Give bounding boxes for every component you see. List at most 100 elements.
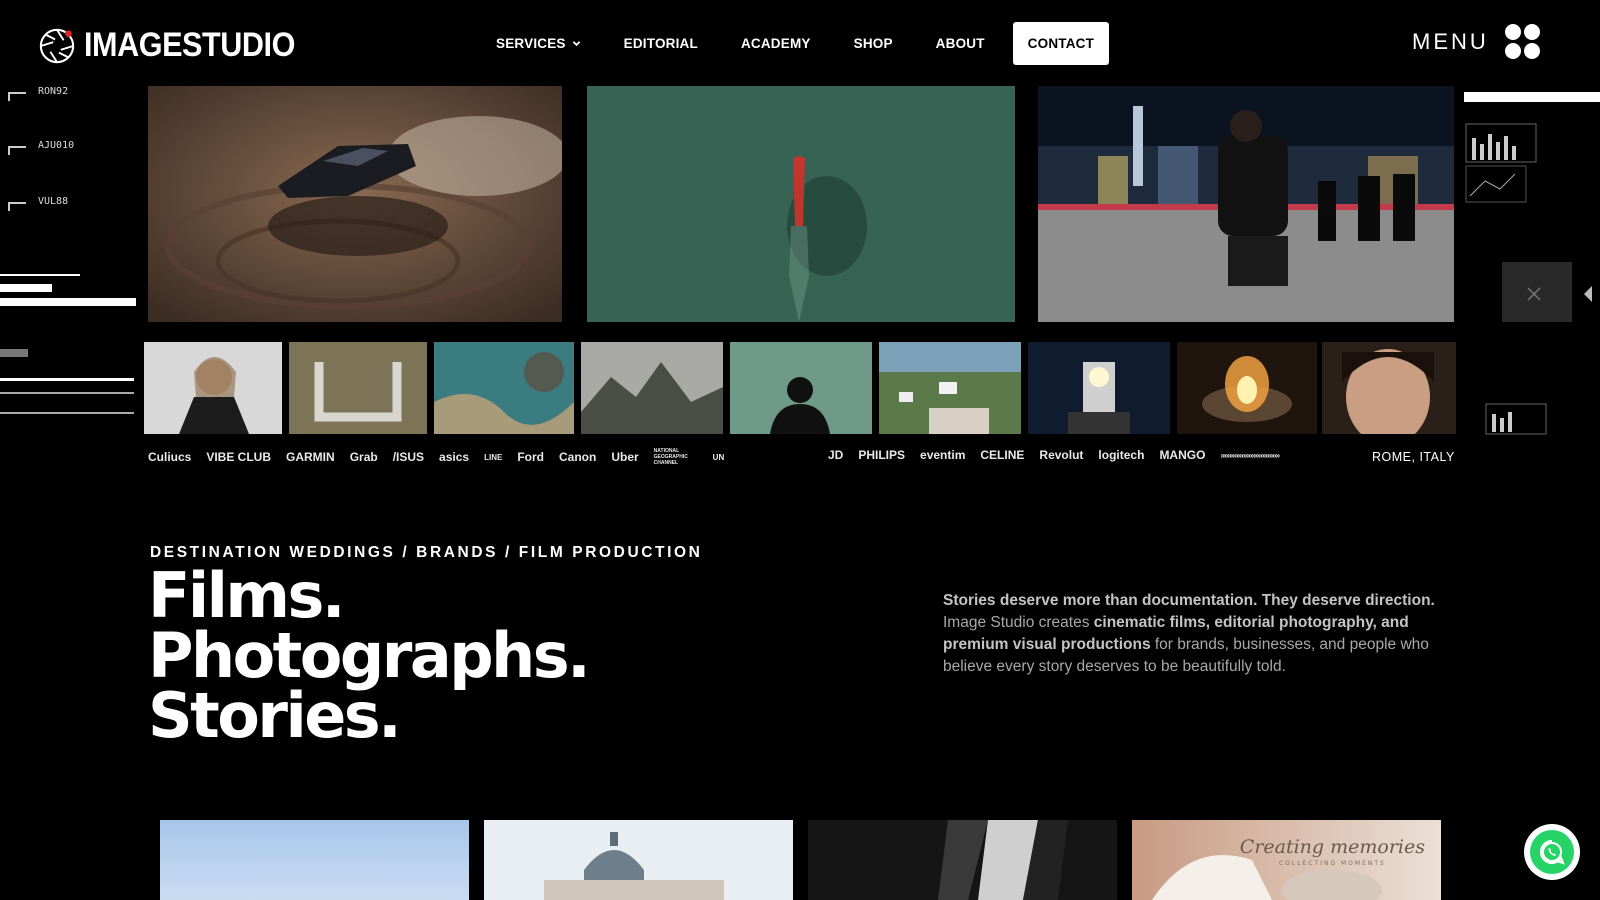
intro-lead: Stories deserve more than documentation.… <box>943 592 1435 609</box>
brand-name: IMAGESTUDIO <box>84 26 295 64</box>
nav-shop[interactable]: SHOP <box>854 36 893 51</box>
gallery-item-bw-suit[interactable] <box>808 820 1117 900</box>
hud-label: RON92 <box>38 86 69 97</box>
gallery-item-basilica[interactable] <box>484 820 793 900</box>
nav-services-label: SERVICES <box>496 36 566 51</box>
nav-services[interactable]: SERVICES <box>496 36 581 51</box>
client-logo: LINE <box>484 452 503 462</box>
gallery-item-sky[interactable] <box>160 820 469 900</box>
headline-line: Films. <box>148 559 345 632</box>
portrait-woman-image <box>144 342 282 434</box>
nav-about[interactable]: ABOUT <box>936 36 985 51</box>
hud-tick <box>8 92 26 101</box>
client-logo: MANGO <box>1159 448 1206 462</box>
thumb-silhouette <box>730 342 872 434</box>
client-logo: Ford <box>517 450 544 464</box>
hud-overlay-right <box>1460 86 1600 472</box>
client-logo: eventim <box>920 448 966 462</box>
thumb-woman-closeup <box>1322 342 1456 434</box>
chevron-down-icon <box>572 41 580 47</box>
thumb-fire-pit <box>1177 342 1317 434</box>
whatsapp-circle <box>1530 830 1574 874</box>
client-logo: NATIONAL GEOGRAPHIC CHANNEL <box>653 448 688 466</box>
main-nav: SERVICES EDITORIAL ACADEMY SHOP ABOUT CO… <box>496 22 1152 65</box>
aperture-icon <box>39 28 75 63</box>
menu-button[interactable]: MENU <box>1412 24 1540 59</box>
gallery-item-bride[interactable]: Creating memories COLLECTING MOMENTS <box>1132 820 1441 900</box>
gallery-caption: Creating memories COLLECTING MOMENTS <box>1240 836 1425 867</box>
site-header: IMAGESTUDIO SERVICES EDITORIAL ACADEMY S… <box>0 0 1600 86</box>
hud-tick <box>8 146 26 155</box>
client-logo: VIBE CLUB <box>206 450 272 464</box>
client-logo: Revolut <box>1039 448 1084 462</box>
headline-line: Stories. <box>148 679 402 752</box>
grid-dots-icon <box>1504 24 1540 59</box>
hud-line <box>0 274 80 276</box>
sky-image <box>160 820 469 900</box>
location-label: ROME, ITALY <box>1372 450 1455 464</box>
hud-tick <box>8 202 26 211</box>
coastline-image <box>434 342 574 434</box>
client-logos-right: JD PHILIPS eventim CELINE Revolut logite… <box>828 448 1294 462</box>
thumb-seaside-village <box>879 342 1021 434</box>
woman-closeup-image <box>1322 342 1456 434</box>
hero-collage: RON92 AJU010 VUL88 Culiucs VIBE CLUB GAR… <box>0 86 1600 472</box>
whatsapp-icon <box>1539 839 1565 865</box>
client-logo: JD <box>828 448 844 462</box>
thumb-limestone-bay <box>581 342 723 434</box>
caption-subtitle: COLLECTING MOMENTS <box>1278 860 1386 867</box>
headline-line: Photographs. <box>148 619 591 692</box>
hud-line <box>0 284 52 292</box>
client-logo: »»»»»»»»»»»»»»»»» <box>1220 450 1280 460</box>
drift-car-image <box>148 86 562 322</box>
hud-line <box>0 412 134 414</box>
hud-label: VUL88 <box>38 196 69 207</box>
nav-academy[interactable]: ACADEMY <box>741 36 811 51</box>
client-logo: /ISUS <box>392 450 425 464</box>
fire-pit-image <box>1177 342 1317 434</box>
client-logo: Canon <box>558 450 597 464</box>
client-logo: Grab <box>349 450 378 464</box>
thumb-portrait-woman <box>144 342 282 434</box>
brand-logo[interactable]: IMAGESTUDIO <box>38 26 318 65</box>
hud-label: AJU010 <box>38 140 75 151</box>
thumb-lighthouse <box>1028 342 1170 434</box>
client-logo: Uber <box>611 450 639 464</box>
hud-charts-graphic <box>1464 92 1600 435</box>
rooftop-performer-image <box>1038 86 1454 322</box>
intro-paragraph: Stories deserve more than documentation.… <box>943 590 1443 678</box>
thumb-coastline <box>434 342 574 434</box>
nav-editorial[interactable]: EDITORIAL <box>624 36 698 51</box>
hero-frame-rooftop <box>1038 86 1454 322</box>
boat-aerial-image <box>587 86 1015 322</box>
hero-headline: Films. Photographs. Stories. <box>148 559 591 752</box>
client-logo: GARMIN <box>286 450 335 464</box>
client-logo: logitech <box>1098 448 1145 462</box>
hero-frame-drift-car <box>148 86 562 322</box>
hud-line <box>0 392 134 394</box>
menu-label: MENU <box>1412 28 1489 54</box>
hero-frame-boat <box>587 86 1015 322</box>
hud-overlay-left: RON92 AJU010 VUL88 <box>0 86 140 472</box>
lighthouse-image <box>1028 342 1170 434</box>
whatsapp-button[interactable] <box>1524 824 1580 880</box>
client-logo: Culiucs <box>148 450 192 464</box>
client-logo: PHILIPS <box>858 448 906 462</box>
caption-title: Creating memories <box>1239 836 1425 858</box>
bw-suit-image <box>808 820 1117 900</box>
limestone-bay-image <box>581 342 723 434</box>
cars-formation-image <box>289 342 427 434</box>
client-logo: CELINE <box>980 448 1025 462</box>
hud-line <box>0 298 136 306</box>
silhouette-image <box>730 342 872 434</box>
hud-line <box>0 378 134 381</box>
portfolio-gallery: Creating memories COLLECTING MOMENTS <box>160 820 1441 900</box>
seaside-village-image <box>879 342 1021 434</box>
contact-button[interactable]: CONTACT <box>1012 22 1110 65</box>
intro-text-part: Image Studio creates <box>943 614 1094 631</box>
hud-block <box>0 349 28 357</box>
thumb-cars-formation <box>289 342 427 434</box>
basilica-image <box>484 820 793 900</box>
client-logo: UN <box>712 452 725 462</box>
client-logo: asics <box>439 450 470 464</box>
